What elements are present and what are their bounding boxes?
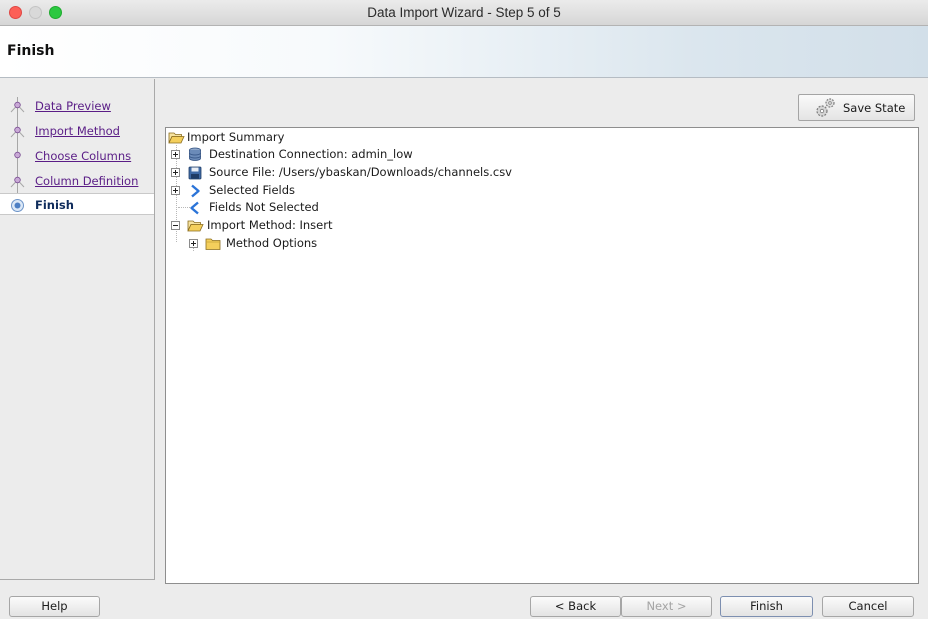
step-label[interactable]: Import Method	[35, 124, 120, 138]
step-visited-icon	[10, 126, 25, 138]
expand-toggle[interactable]	[171, 150, 180, 159]
tree-item-label: Selected Fields	[209, 183, 296, 197]
database-icon	[189, 147, 201, 161]
tree-item-label: Source File: /Users/ybaskan/Downloads/ch…	[209, 165, 512, 179]
step-visited-icon	[10, 176, 25, 188]
folder-icon	[205, 238, 221, 250]
open-folder-icon	[187, 220, 204, 232]
tree-item-label: Fields Not Selected	[209, 200, 319, 214]
help-button[interactable]: Help	[9, 596, 100, 617]
expand-toggle[interactable]	[171, 168, 180, 177]
window-title: Data Import Wizard - Step 5 of 5	[367, 5, 561, 20]
import-summary-tree: Import Summary Destination Connection: a…	[165, 127, 919, 584]
step-label[interactable]: Choose Columns	[35, 149, 131, 163]
wizard-steps-nav: Data Preview Import Method Choose Column…	[0, 79, 155, 580]
cancel-button-label: Cancel	[848, 599, 888, 613]
save-state-button[interactable]: Save State	[798, 94, 915, 121]
step-choose-columns[interactable]: Choose Columns	[0, 145, 154, 167]
chevron-right-icon	[191, 184, 200, 198]
step-data-preview[interactable]: Data Preview	[0, 95, 154, 117]
finish-button-label: Finish	[750, 599, 783, 613]
save-state-label: Save State	[843, 101, 906, 115]
step-label[interactable]: Finish	[35, 198, 74, 212]
help-button-label: Help	[41, 599, 68, 613]
floppy-disk-icon	[188, 166, 202, 180]
step-label[interactable]: Column Definition	[35, 174, 138, 188]
step-finish[interactable]: Finish	[0, 193, 154, 215]
step-label[interactable]: Data Preview	[35, 99, 111, 113]
step-column-definition[interactable]: Column Definition	[0, 170, 154, 192]
gears-icon	[816, 98, 835, 117]
step-import-method[interactable]: Import Method	[0, 120, 154, 142]
tree-root-label: Import Summary	[187, 130, 285, 144]
title-bar: Data Import Wizard - Step 5 of 5	[0, 0, 928, 26]
tree-item-label: Method Options	[226, 236, 318, 250]
tree-item-label: Import Method: Insert	[207, 218, 333, 232]
expand-toggle[interactable]	[171, 186, 180, 195]
step-current-icon	[11, 199, 24, 212]
expand-toggle[interactable]	[189, 239, 198, 248]
next-button[interactable]: Next >	[621, 596, 712, 617]
page-header: Finish	[0, 26, 928, 78]
page-title: Finish	[7, 43, 55, 59]
back-button[interactable]: < Back	[530, 596, 621, 617]
collapse-toggle[interactable]	[171, 221, 180, 230]
step-visited-icon	[14, 151, 21, 159]
open-folder-icon	[168, 132, 185, 144]
chevron-left-icon	[190, 201, 199, 215]
finish-button[interactable]: Finish	[720, 596, 813, 617]
tree-item-label: Destination Connection: admin_low	[209, 147, 413, 161]
cancel-button[interactable]: Cancel	[822, 596, 914, 617]
step-visited-icon	[10, 101, 25, 113]
next-button-label: Next >	[646, 599, 687, 613]
back-button-label: < Back	[554, 599, 597, 613]
